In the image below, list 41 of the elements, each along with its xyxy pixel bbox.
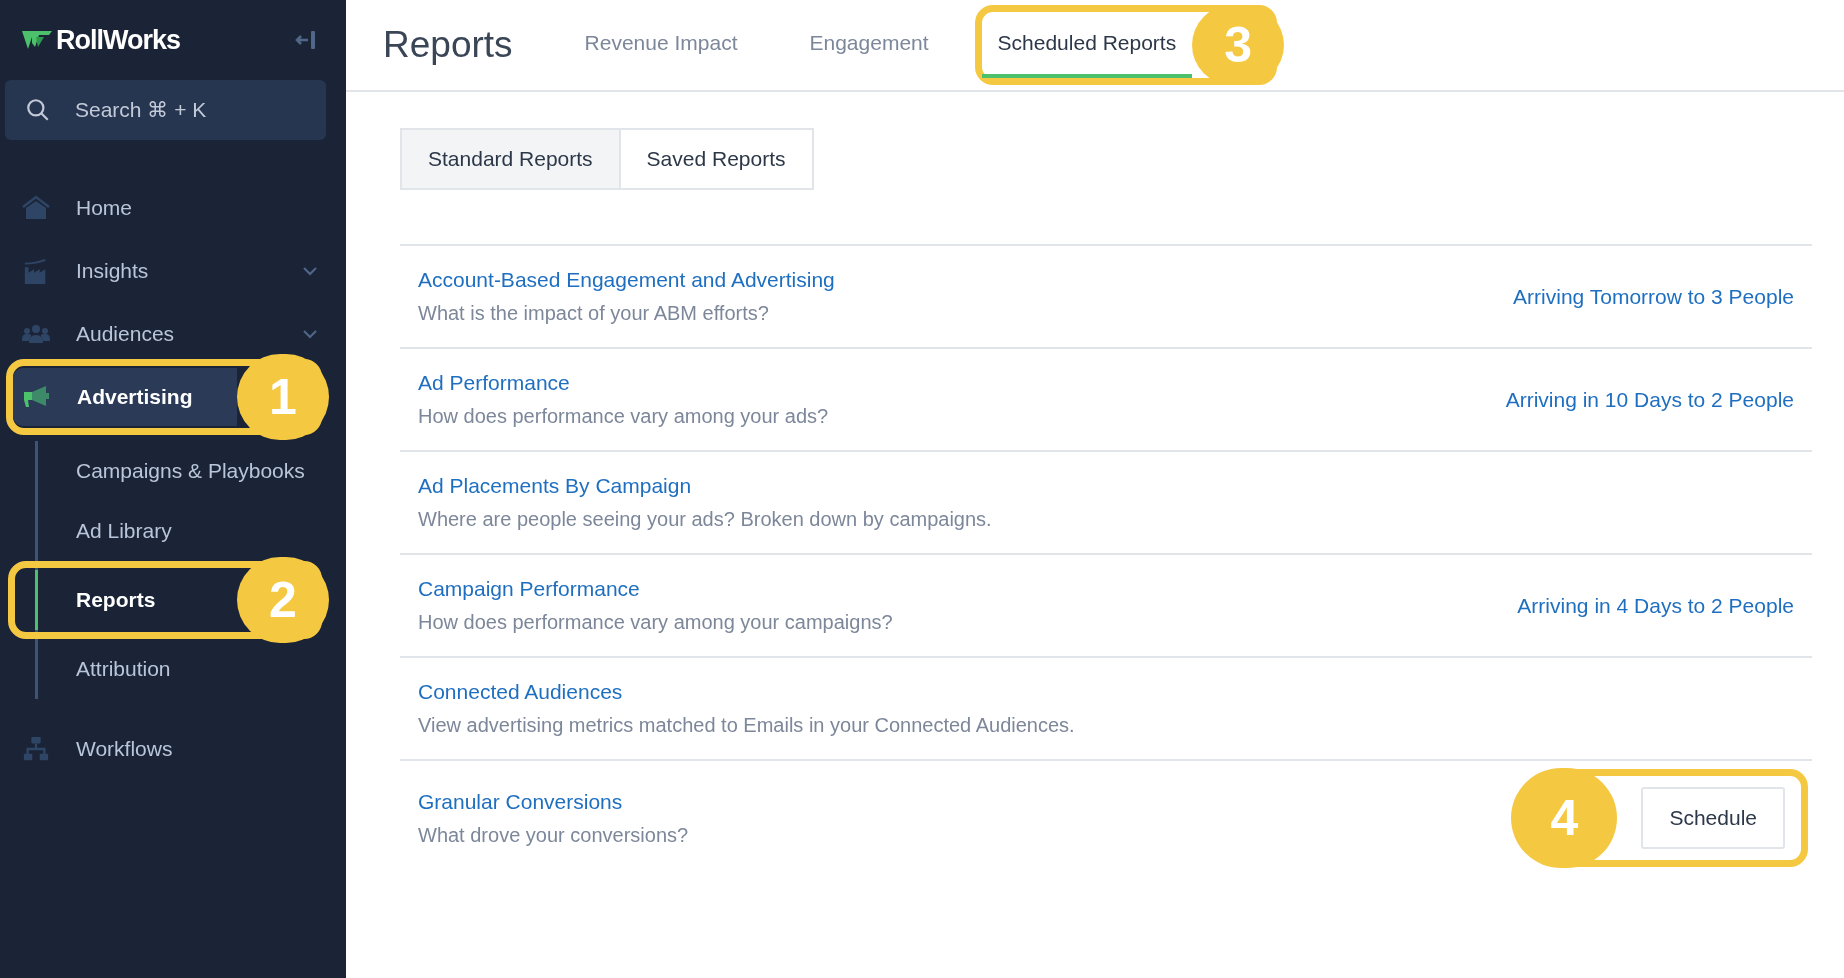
segment-tab[interactable]: Standard Reports	[400, 128, 621, 190]
report-description: What is the impact of your ABM efforts?	[418, 302, 769, 325]
sub-nav-item[interactable]: Campaigns & Playbooks	[35, 441, 346, 501]
page-title: Reports	[383, 24, 513, 66]
tab[interactable]: Scheduled Reports	[981, 12, 1193, 78]
home-icon	[22, 194, 50, 221]
report-description: Where are people seeing your ads? Broken down by campaigns.	[418, 508, 992, 531]
segment-tab[interactable]: Saved Reports	[620, 128, 814, 190]
brand-name: RollWorks	[56, 24, 182, 56]
search-input[interactable]: Search ⌘ + K	[73, 97, 297, 123]
report-link[interactable]: Ad Performance	[418, 371, 570, 395]
report-description: How does performance vary among your ads?	[418, 405, 829, 428]
nav-item[interactable]: Home	[0, 176, 346, 239]
nav-item[interactable]: Advertising	[13, 368, 237, 426]
report-link[interactable]: Ad Placements By Campaign	[418, 474, 692, 498]
step-badge: 2	[237, 557, 329, 643]
logo-icon	[22, 29, 52, 51]
report-link[interactable]: Campaign Performance	[418, 577, 640, 601]
report-description: How does performance vary among your campaigns?	[418, 611, 893, 634]
tab[interactable]: Engagement	[773, 0, 965, 90]
step-badge: 4	[1511, 768, 1618, 868]
tab[interactable]: Revenue Impact	[548, 0, 774, 90]
report-description: View advertising metrics matched to Emails in your Connected Audiences.	[418, 714, 1075, 737]
search-field[interactable]: Search ⌘ + K	[5, 80, 326, 140]
sitemap-icon	[22, 735, 50, 762]
report-description: What drove your conversions?	[418, 823, 689, 847]
schedule-status-link[interactable]: Arriving Tomorrow to 3 People	[1513, 284, 1794, 309]
collapse-sidebar-icon[interactable]	[294, 28, 318, 52]
schedule-status-link[interactable]: Arriving in 4 Days to 2 People	[1517, 593, 1794, 618]
schedule-button[interactable]: Schedule	[1641, 787, 1785, 849]
step-badge: 1	[237, 354, 329, 440]
schedule-status-link[interactable]: Arriving in 10 Days to 2 People	[1505, 387, 1794, 412]
megaphone-icon	[23, 384, 51, 410]
chevron-down-icon[interactable]	[302, 328, 318, 339]
nav-item[interactable]: Workflows	[0, 717, 346, 780]
search-icon	[25, 97, 51, 123]
report-link[interactable]: Account-Based Engagement and Advertising	[418, 268, 835, 292]
nav-item[interactable]: Insights	[0, 239, 346, 302]
chevron-down-icon[interactable]	[302, 265, 318, 276]
report-link[interactable]: Granular Conversions	[418, 789, 623, 814]
report-link[interactable]: Connected Audiences	[418, 680, 623, 704]
